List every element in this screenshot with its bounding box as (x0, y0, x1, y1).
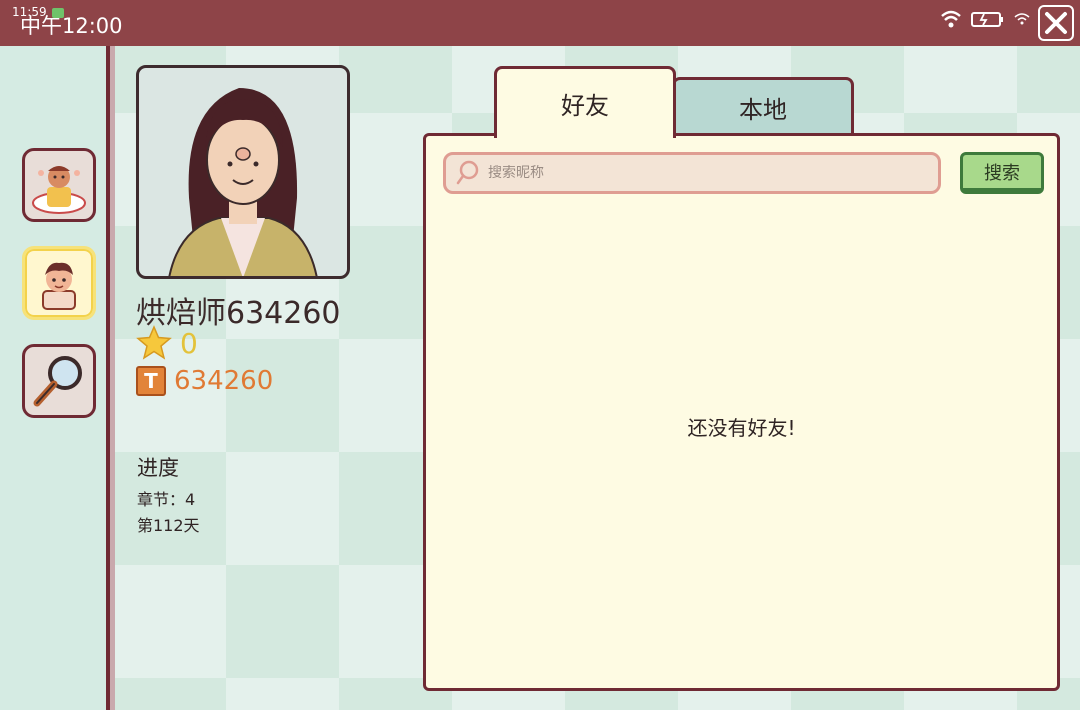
search-icon (456, 160, 480, 186)
wifi-icon (941, 10, 961, 28)
tab-local[interactable]: 本地 (672, 77, 854, 135)
search-input[interactable] (488, 165, 918, 181)
tab-friends[interactable]: 好友 (494, 66, 676, 138)
sidebar-item-search[interactable] (22, 344, 96, 418)
sidebar (0, 46, 115, 710)
progress-day: 第112天 (137, 516, 200, 535)
player-portrait (136, 65, 350, 279)
friends-panel: 搜索 还没有好友! (423, 133, 1060, 691)
magnifier-icon (33, 356, 82, 407)
stars-value: 0 (180, 326, 198, 360)
friends-avatar-icon (42, 262, 76, 310)
star-icon (136, 325, 172, 360)
battery-icon (971, 12, 1003, 27)
chef-avatar-icon (32, 166, 86, 214)
empty-friends-message: 还没有好友! (687, 416, 796, 440)
search-button[interactable]: 搜索 (960, 152, 1044, 194)
tickets-value: 634260 (174, 366, 274, 396)
progress-title: 进度 (137, 456, 179, 480)
tickets-counter: T 634260 (136, 366, 273, 396)
stars-counter: 0 (136, 325, 198, 361)
status-icons (940, 8, 1030, 30)
search-box (443, 152, 941, 194)
close-button[interactable] (1038, 5, 1074, 41)
game-clock: 中午12:00 (20, 14, 123, 38)
top-bar: 11:59 中午12:00 (0, 0, 1080, 46)
player-avatar-icon (168, 88, 318, 276)
ticket-icon: T (136, 366, 166, 396)
sidebar-item-profile[interactable] (22, 148, 96, 222)
progress-chapter: 章节：4 (137, 490, 196, 509)
sidebar-item-friends[interactable] (22, 246, 96, 320)
close-icon (1045, 12, 1067, 34)
signal-icon (1014, 13, 1030, 25)
